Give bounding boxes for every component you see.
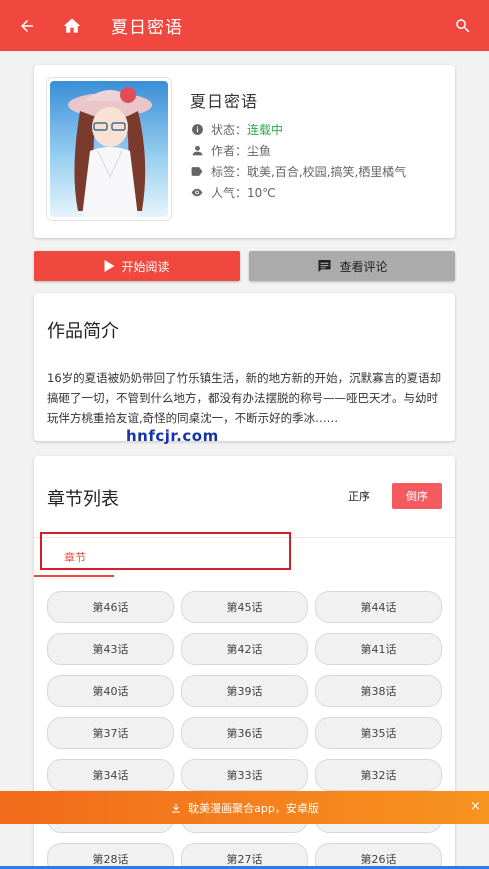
chapter-grid: 第46话 第45话 第44话 第43话 第42话 第41话 第40话 第39话 … xyxy=(47,591,442,869)
chapter-button[interactable]: 第35话 xyxy=(315,717,442,749)
author-row: 作者： 尘鱼 xyxy=(190,142,271,159)
chapter-button[interactable]: 第45话 xyxy=(181,591,308,623)
watermark: hnfcjr.com xyxy=(126,427,219,445)
view-comments-label: 查看评论 xyxy=(339,259,388,274)
start-reading-button[interactable]: 开始阅读 xyxy=(34,251,240,281)
comic-title: 夏日密语 xyxy=(190,92,259,111)
close-icon[interactable]: × xyxy=(470,799,481,814)
play-icon xyxy=(104,260,115,272)
download-icon xyxy=(170,802,182,814)
popularity-label: 人气： xyxy=(211,186,248,200)
tab-indicator xyxy=(34,575,114,577)
tags-label: 标签： xyxy=(211,165,248,179)
synopsis-card: 作品简介 16岁的夏语被奶奶带回了竹乐镇生活，新的地方新的开始，沉默寡言的夏语却… xyxy=(34,293,455,441)
search-icon[interactable] xyxy=(451,14,475,38)
start-reading-label: 开始阅读 xyxy=(121,259,170,274)
tags-row: 标签： 耽美,百合,校园,搞笑,栖里橘气 xyxy=(190,163,406,180)
page-title: 夏日密语 xyxy=(111,18,183,38)
tab-chapters[interactable]: 章节 xyxy=(64,549,86,565)
info-icon xyxy=(190,123,204,137)
popularity-value: 10℃ xyxy=(247,185,276,200)
chapter-button[interactable]: 第40话 xyxy=(47,675,174,707)
chapter-button[interactable]: 第39话 xyxy=(181,675,308,707)
chapter-button[interactable]: 第41话 xyxy=(315,633,442,665)
view-comments-button[interactable]: 查看评论 xyxy=(249,251,455,281)
back-arrow-icon[interactable] xyxy=(15,14,39,38)
cover-image[interactable] xyxy=(46,77,172,221)
chapter-list-heading: 章节列表 xyxy=(47,489,119,510)
eye-icon xyxy=(190,186,204,200)
sort-ascending-button[interactable]: 正序 xyxy=(348,488,370,504)
banner-text: 耽美漫画聚合app，安卓版 xyxy=(188,801,319,815)
chapter-button[interactable]: 第46话 xyxy=(47,591,174,623)
chapter-button[interactable]: 第36话 xyxy=(181,717,308,749)
popularity-row: 人气： 10℃ xyxy=(190,184,276,201)
top-app-bar: 夏日密语 xyxy=(0,0,489,51)
synopsis-text: 16岁的夏语被奶奶带回了竹乐镇生活，新的地方新的开始，沉默寡言的夏语却搞砸了一切… xyxy=(47,371,442,425)
status-label: 状态： xyxy=(211,123,248,137)
synopsis-heading: 作品简介 xyxy=(47,321,119,342)
chapter-button[interactable]: 第33话 xyxy=(181,759,308,791)
home-icon[interactable] xyxy=(60,14,84,38)
chapter-button[interactable]: 第32话 xyxy=(315,759,442,791)
app-download-banner[interactable]: 耽美漫画聚合app，安卓版 × xyxy=(0,791,489,824)
chapter-button[interactable]: 第34话 xyxy=(47,759,174,791)
cover-illustration xyxy=(50,81,168,217)
comic-info-card: 夏日密语 状态： 连载中 作者： 尘鱼 标签： 耽美,百合,校园,搞笑,栖里橘气… xyxy=(34,65,455,238)
chapter-button[interactable]: 第43话 xyxy=(47,633,174,665)
chapter-button[interactable]: 第37话 xyxy=(47,717,174,749)
person-icon xyxy=(190,144,204,158)
tags-value[interactable]: 耽美,百合,校园,搞笑,栖里橘气 xyxy=(247,163,406,180)
status-row: 状态： 连载中 xyxy=(190,121,283,138)
status-value: 连载中 xyxy=(247,123,284,137)
sort-descending-button[interactable]: 倒序 xyxy=(392,483,442,509)
comment-icon xyxy=(316,258,333,274)
tag-icon xyxy=(190,165,204,179)
author-label: 作者： xyxy=(211,144,248,158)
chapter-button[interactable]: 第38话 xyxy=(315,675,442,707)
author-value[interactable]: 尘鱼 xyxy=(247,142,271,159)
chapter-button[interactable]: 第44话 xyxy=(315,591,442,623)
chapter-button[interactable]: 第42话 xyxy=(181,633,308,665)
